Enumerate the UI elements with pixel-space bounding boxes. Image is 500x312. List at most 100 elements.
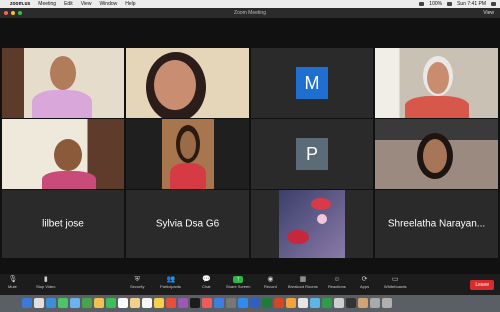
participant-tile-1[interactable]	[2, 48, 124, 118]
tv-icon[interactable]	[190, 298, 200, 308]
participant-name: Sylvia Dsa G6	[155, 218, 220, 230]
mail-icon[interactable]	[70, 298, 80, 308]
minimize-window-icon[interactable]	[11, 11, 15, 15]
downloads-icon[interactable]	[370, 298, 380, 308]
app-store-icon[interactable]	[214, 298, 224, 308]
flower-blossom	[317, 214, 327, 224]
textedit-icon[interactable]	[334, 298, 344, 308]
trash-icon[interactable]	[382, 298, 392, 308]
participant-tile-9[interactable]: lilbet jose	[2, 190, 124, 258]
notes-icon[interactable]	[154, 298, 164, 308]
participant-tile-7[interactable]: P	[251, 119, 373, 189]
system-preferences-icon[interactable]	[226, 298, 236, 308]
menu-window[interactable]: Window	[99, 0, 117, 8]
preview-icon[interactable]	[298, 298, 308, 308]
share-screen-icon: ↑	[233, 276, 244, 283]
excel-icon[interactable]	[262, 298, 272, 308]
avatar-initial: M	[296, 67, 328, 99]
powerpoint-icon[interactable]	[274, 298, 284, 308]
participant-name: Shreelatha Narayan...	[387, 218, 486, 230]
reminders-icon[interactable]	[142, 298, 152, 308]
zoom-window-icon[interactable]	[18, 11, 22, 15]
music-icon[interactable]	[166, 298, 176, 308]
menu-edit[interactable]: Edit	[64, 0, 73, 8]
share-screen-button[interactable]: ↑ Share Screen	[226, 276, 250, 289]
camera-icon: ▮	[43, 276, 48, 283]
facetime-icon[interactable]	[106, 298, 116, 308]
microphone-icon: 🎙	[8, 276, 18, 283]
skype-icon[interactable]	[310, 298, 320, 308]
participant-tile-10[interactable]: Sylvia Dsa G6	[126, 190, 249, 258]
participant-tile-12[interactable]: Shreelatha Narayan...	[375, 190, 498, 258]
menu-meeting[interactable]: Meeting	[38, 0, 56, 8]
menu-help[interactable]: Help	[125, 0, 135, 8]
word-icon[interactable]	[250, 298, 260, 308]
mute-label: Mute	[8, 284, 17, 289]
participant-head	[427, 62, 449, 94]
participant-head	[50, 56, 76, 90]
participants-button[interactable]: 👥 Participants	[160, 276, 181, 289]
chrome-icon[interactable]	[286, 298, 296, 308]
participant-head	[154, 60, 196, 110]
security-button[interactable]: ⛨ Security	[130, 276, 144, 289]
window-title: Zoom Meeting	[234, 10, 266, 16]
stop-video-button[interactable]: ▮ Stop Video	[36, 276, 56, 289]
participant-tile-3[interactable]: M	[251, 48, 373, 118]
mac-menubar: zoom.us Meeting Edit View Window Help 10…	[0, 0, 500, 8]
reactions-icon: ☺	[333, 276, 341, 283]
flower-petal	[287, 230, 309, 244]
whiteboards-button[interactable]: ▭ Whiteboards	[384, 276, 406, 289]
apps-button[interactable]: ⟳ Apps	[360, 276, 369, 289]
podcasts-icon[interactable]	[178, 298, 188, 308]
maps-icon[interactable]	[82, 298, 92, 308]
launchpad-icon[interactable]	[34, 298, 44, 308]
participant-body	[42, 171, 96, 189]
photos-icon[interactable]	[94, 298, 104, 308]
finder-icon[interactable]	[22, 298, 32, 308]
zoom-icon[interactable]	[238, 298, 248, 308]
terminal-icon[interactable]	[346, 298, 356, 308]
chat-button[interactable]: 💬 Chat	[202, 276, 211, 289]
battery-percent: 100%	[429, 1, 443, 7]
participant-tile-8[interactable]	[375, 119, 498, 189]
record-button[interactable]: ◉ Record	[264, 276, 277, 289]
shield-icon: ⛨	[134, 276, 140, 283]
messages-icon[interactable]	[58, 298, 68, 308]
close-window-icon[interactable]	[4, 11, 8, 15]
contacts-icon[interactable]	[130, 298, 140, 308]
search-icon[interactable]	[491, 2, 496, 6]
participant-tile-5[interactable]	[2, 119, 124, 189]
participant-head	[423, 139, 447, 173]
reactions-button[interactable]: ☺ Reactions	[328, 276, 346, 289]
menu-view[interactable]: View	[81, 0, 92, 8]
participant-body	[405, 96, 469, 118]
participant-tile-4[interactable]	[375, 48, 498, 118]
participant-head	[54, 139, 82, 171]
folder-icon[interactable]	[358, 298, 368, 308]
apps-icon: ⟳	[361, 276, 368, 283]
whatsapp-icon[interactable]	[322, 298, 332, 308]
safari-icon[interactable]	[46, 298, 56, 308]
leave-button[interactable]: Leave	[470, 280, 494, 290]
participant-tile-2[interactable]	[126, 48, 249, 118]
breakout-rooms-button[interactable]: ▦ Breakout Rooms	[288, 276, 318, 289]
security-label: Security	[130, 284, 145, 289]
whiteboards-label: Whiteboards	[384, 284, 407, 289]
participants-label: Participants	[160, 284, 181, 289]
view-button[interactable]: View	[483, 8, 494, 18]
whiteboard-icon: ▭	[391, 276, 399, 283]
calendar-icon[interactable]	[118, 298, 128, 308]
clock[interactable]: Sun 7:41 PM	[457, 0, 486, 8]
battery-icon[interactable]	[447, 2, 453, 6]
participant-tile-6[interactable]	[126, 119, 249, 189]
wifi-icon[interactable]	[419, 2, 425, 6]
mute-button[interactable]: 🎙 Mute	[8, 276, 17, 289]
avatar-initial: P	[296, 138, 328, 170]
news-icon[interactable]	[202, 298, 212, 308]
participant-body	[170, 163, 206, 189]
participants-icon: 👥	[166, 276, 176, 283]
apps-label: Apps	[360, 284, 370, 289]
menu-app[interactable]: zoom.us	[10, 0, 30, 8]
breakout-icon: ▦	[299, 276, 307, 283]
participant-tile-11[interactable]	[251, 190, 373, 258]
